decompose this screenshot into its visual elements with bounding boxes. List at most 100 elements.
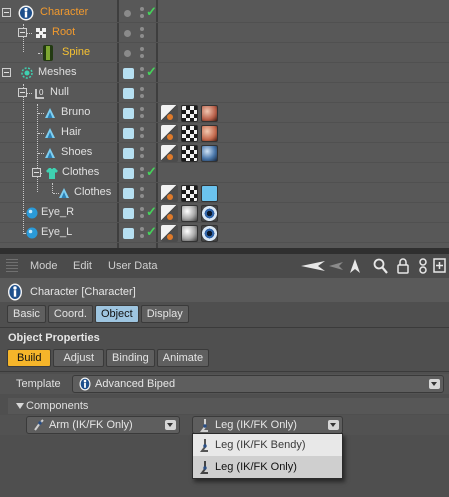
- components-group-header[interactable]: Components: [8, 398, 449, 414]
- object-label[interactable]: Spine: [62, 46, 90, 58]
- layer-color-swatch[interactable]: [123, 168, 134, 179]
- object-label[interactable]: Eye_L: [41, 226, 72, 238]
- material-tag-icon[interactable]: [201, 205, 218, 222]
- layer-color-swatch[interactable]: [123, 208, 134, 219]
- forward-arrow-icon[interactable]: [328, 259, 344, 273]
- material-tag-icon[interactable]: [181, 225, 198, 242]
- popup-option-leg-bendy[interactable]: Leg (IK/FK Bendy): [193, 434, 342, 456]
- object-row-spine[interactable]: Spine: [0, 43, 449, 63]
- uvw-tag-icon[interactable]: [161, 225, 178, 242]
- object-row-hair[interactable]: Hair: [0, 123, 449, 143]
- collapse-toggle[interactable]: [2, 8, 11, 17]
- material-tag-icon[interactable]: [201, 185, 218, 202]
- layer-color-swatch[interactable]: [123, 108, 134, 119]
- visibility-dots[interactable]: [140, 166, 144, 180]
- material-tag-icon[interactable]: [201, 125, 218, 142]
- collapse-toggle[interactable]: [2, 68, 11, 77]
- object-label[interactable]: Clothes: [62, 166, 99, 178]
- object-label[interactable]: Shoes: [61, 146, 92, 158]
- uvw-tag-icon[interactable]: [161, 145, 178, 162]
- tab-display[interactable]: Display: [140, 305, 189, 323]
- back-arrow-icon[interactable]: [300, 259, 326, 273]
- menu-edit[interactable]: Edit: [73, 260, 92, 272]
- leg-dropdown[interactable]: Leg (IK/FK Only): [192, 416, 343, 434]
- object-label[interactable]: Character: [40, 6, 88, 18]
- enabled-check-icon[interactable]: ✓: [146, 204, 157, 220]
- object-row-shoes[interactable]: Shoes: [0, 143, 449, 163]
- layer-color-swatch[interactable]: [123, 88, 134, 99]
- search-icon[interactable]: [373, 258, 388, 274]
- material-tag-icon[interactable]: [201, 145, 218, 162]
- object-row-meshes[interactable]: Meshes ✓: [0, 63, 449, 83]
- layer-color-swatch[interactable]: [123, 188, 134, 199]
- up-arrow-icon[interactable]: [349, 258, 361, 274]
- uvw-tag-icon[interactable]: [161, 125, 178, 142]
- layer-color-swatch[interactable]: [123, 148, 134, 159]
- tab-basic[interactable]: Basic: [7, 305, 46, 323]
- object-label[interactable]: Root: [52, 26, 75, 38]
- visibility-dots[interactable]: [140, 146, 144, 160]
- popup-option-leg-only[interactable]: Leg (IK/FK Only): [193, 456, 342, 478]
- object-label[interactable]: Bruno: [61, 106, 90, 118]
- texture-tag-icon[interactable]: [181, 125, 198, 142]
- object-row-clothes[interactable]: Clothes: [0, 183, 449, 203]
- grip-handle[interactable]: [6, 259, 18, 273]
- texture-tag-icon[interactable]: [181, 185, 198, 202]
- visibility-dots[interactable]: [140, 206, 144, 220]
- object-row-clothes-group[interactable]: Clothes ✓: [0, 163, 449, 183]
- object-row-null[interactable]: 0 Null: [0, 83, 449, 103]
- arm-dropdown[interactable]: Arm (IK/FK Only): [26, 416, 180, 434]
- template-dropdown[interactable]: Advanced Biped: [72, 375, 444, 393]
- object-row-eye-r[interactable]: Eye_R ✓: [0, 203, 449, 223]
- collapse-toggle[interactable]: [18, 88, 27, 97]
- enabled-check-icon[interactable]: ✓: [146, 224, 157, 240]
- object-label[interactable]: Meshes: [38, 66, 77, 78]
- visibility-dots[interactable]: [140, 126, 144, 140]
- object-label[interactable]: Eye_R: [41, 206, 74, 218]
- enabled-check-icon[interactable]: ✓: [146, 64, 157, 80]
- collapse-arrow-icon[interactable]: [16, 403, 24, 409]
- visibility-dots[interactable]: [140, 26, 144, 40]
- visibility-dots[interactable]: [140, 86, 144, 100]
- uvw-tag-icon[interactable]: [161, 105, 178, 122]
- tab-binding[interactable]: Binding: [106, 349, 155, 367]
- object-label[interactable]: Clothes: [74, 186, 111, 198]
- tab-animate[interactable]: Animate: [156, 349, 210, 367]
- material-tag-icon[interactable]: [201, 105, 218, 122]
- object-row-eye-l[interactable]: Eye_L ✓: [0, 223, 449, 243]
- tab-coord[interactable]: Coord.: [47, 305, 93, 323]
- menu-mode[interactable]: Mode: [30, 260, 58, 272]
- layer-color-swatch[interactable]: [123, 228, 134, 239]
- visibility-dots[interactable]: [140, 106, 144, 120]
- lock-icon[interactable]: [397, 258, 409, 274]
- texture-tag-icon[interactable]: [181, 145, 198, 162]
- object-row-bruno[interactable]: Bruno: [0, 103, 449, 123]
- enabled-check-icon[interactable]: ✓: [146, 4, 157, 20]
- material-tag-icon[interactable]: [201, 225, 218, 242]
- layer-color-swatch[interactable]: [123, 128, 134, 139]
- object-row-character[interactable]: Character ✓: [0, 3, 449, 23]
- arm-icon: [34, 419, 44, 431]
- visibility-dots[interactable]: [140, 226, 144, 240]
- new-panel-icon[interactable]: [433, 258, 446, 273]
- options-icon[interactable]: [418, 258, 428, 274]
- collapse-toggle[interactable]: [32, 168, 41, 177]
- visibility-dots[interactable]: [140, 186, 144, 200]
- visibility-dots[interactable]: [140, 66, 144, 80]
- object-label[interactable]: Null: [50, 86, 69, 98]
- object-row-root[interactable]: Root: [0, 23, 449, 43]
- object-label[interactable]: Hair: [61, 126, 81, 138]
- visibility-dots[interactable]: [140, 46, 144, 60]
- tab-build[interactable]: Build: [7, 349, 52, 367]
- material-tag-icon[interactable]: [181, 205, 198, 222]
- tab-object[interactable]: Object: [94, 305, 139, 323]
- texture-tag-icon[interactable]: [181, 105, 198, 122]
- tab-adjust[interactable]: Adjust: [53, 349, 105, 367]
- layer-color-swatch[interactable]: [123, 68, 134, 79]
- uvw-tag-icon[interactable]: [161, 205, 178, 222]
- enabled-check-icon[interactable]: ✓: [146, 164, 157, 180]
- visibility-dots[interactable]: [140, 6, 144, 20]
- menu-user-data[interactable]: User Data: [108, 260, 158, 272]
- collapse-toggle[interactable]: [18, 28, 27, 37]
- uvw-tag-icon[interactable]: [161, 185, 178, 202]
